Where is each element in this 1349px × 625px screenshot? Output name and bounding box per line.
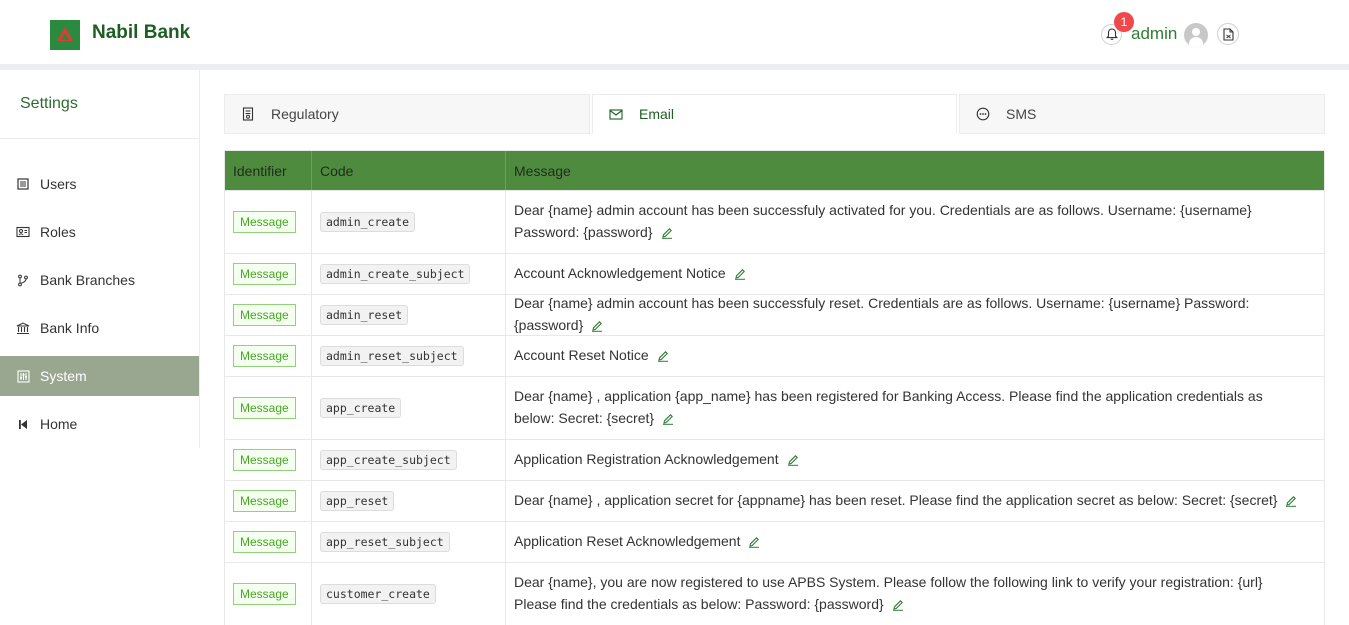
sidebar-divider [0, 138, 199, 139]
brand-name[interactable]: Nabil Bank [92, 22, 190, 44]
table-row: Message app_create_subject Application R… [225, 439, 1324, 480]
message-text: Dear {name} admin account has been succe… [514, 295, 1250, 333]
table-row: Message app_create Dear {name} , applica… [225, 376, 1324, 439]
sidebar-item-label: Home [40, 416, 78, 432]
identifier-tag: Message [233, 449, 296, 471]
sidebar-item-label: Bank Info [40, 320, 100, 336]
sidebar-item-roles[interactable]: Roles [0, 212, 199, 252]
tab-sms[interactable]: SMS [959, 94, 1325, 134]
message-text: Dear {name}, you are now registered to u… [514, 574, 1263, 612]
sidebar-item-users[interactable]: Users [0, 164, 199, 204]
message-text: Account Reset Notice [514, 347, 649, 363]
top-header: Nabil Bank 1 admin [0, 0, 1349, 64]
step-back-icon [16, 417, 30, 431]
user-name[interactable]: admin [1131, 24, 1177, 44]
table-row: Message admin_create Dear {name} admin a… [225, 190, 1324, 253]
code-value: app_create_subject [320, 450, 457, 470]
table-row: Message admin_reset_subject Account Rese… [225, 335, 1324, 376]
sidebar-item-home[interactable]: Home [0, 404, 199, 444]
sidebar-item-bank-branches[interactable]: Bank Branches [0, 260, 199, 300]
column-header-code[interactable]: Code [312, 151, 506, 190]
edit-icon[interactable] [1285, 491, 1297, 513]
table-header: Identifier Code Message [225, 151, 1324, 190]
bank-logo[interactable] [50, 20, 80, 50]
edit-icon[interactable] [661, 223, 673, 245]
export-document-button[interactable] [1217, 23, 1239, 45]
tab-label: Regulatory [271, 106, 339, 122]
identifier-tag: Message [233, 490, 296, 512]
edit-icon[interactable] [734, 264, 746, 286]
edit-icon[interactable] [787, 450, 799, 472]
file-export-icon [1222, 27, 1234, 41]
identifier-tag: Message [233, 531, 296, 553]
edit-icon[interactable] [657, 346, 669, 368]
users-list-icon [16, 177, 30, 191]
tab-label: SMS [1006, 106, 1037, 122]
identifier-tag: Message [233, 345, 296, 367]
table-row: Message app_reset_subject Application Re… [225, 521, 1324, 562]
edit-icon[interactable] [748, 532, 760, 554]
document-icon [241, 107, 255, 121]
sidebar-item-label: System [40, 368, 87, 384]
edit-icon[interactable] [662, 409, 674, 431]
bank-icon [16, 321, 30, 335]
message-text: Dear {name} admin account has been succe… [514, 202, 1252, 240]
table-row: Message admin_create_subject Account Ack… [225, 253, 1324, 294]
code-value: admin_create_subject [320, 264, 471, 284]
chat-icon [976, 107, 990, 121]
code-value: app_reset_subject [320, 532, 450, 552]
mail-icon [609, 107, 623, 121]
tab-email[interactable]: Email [592, 94, 957, 134]
table-row: Message customer_create Dear {name}, you… [225, 562, 1324, 625]
table-row: Message admin_reset Dear {name} admin ac… [225, 294, 1324, 335]
code-value: app_reset [320, 491, 395, 511]
identifier-tag: Message [233, 263, 296, 285]
message-text: Dear {name} , application secret for {ap… [514, 492, 1278, 508]
column-header-identifier[interactable]: Identifier [225, 151, 312, 190]
edit-icon[interactable] [892, 595, 904, 617]
branch-icon [16, 273, 30, 287]
identifier-tag: Message [233, 211, 296, 233]
sidebar-item-label: Users [40, 176, 77, 192]
avatar[interactable] [1184, 23, 1208, 47]
code-value: admin_create [320, 212, 416, 232]
message-text: Application Registration Acknowledgement [514, 451, 779, 467]
message-text: Application Reset Acknowledgement [514, 533, 741, 549]
tab-label: Email [639, 106, 675, 122]
messages-table: Identifier Code Message Message admin_cr… [224, 150, 1325, 625]
sidebar-item-label: Roles [40, 224, 76, 240]
table-row: Message app_reset Dear {name} , applicat… [225, 480, 1324, 521]
bell-icon [1105, 28, 1118, 41]
sidebar-item-label: Bank Branches [40, 272, 135, 288]
code-value: admin_reset_subject [320, 346, 464, 366]
message-text: Account Acknowledgement Notice [514, 265, 726, 281]
sidebar-item-bank-info[interactable]: Bank Info [0, 308, 199, 348]
tab-regulatory[interactable]: Regulatory [224, 94, 590, 134]
message-tabs: Regulatory Email SMS [224, 94, 1325, 134]
id-card-icon [16, 225, 30, 239]
code-value: app_create [320, 398, 402, 418]
sliders-icon [16, 369, 30, 383]
code-value: admin_reset [320, 305, 409, 325]
column-header-message[interactable]: Message [506, 151, 1324, 190]
sidebar-item-system[interactable]: System [0, 356, 199, 396]
identifier-tag: Message [233, 304, 296, 326]
header-divider [0, 64, 1349, 70]
code-value: customer_create [320, 584, 436, 604]
sidebar: Settings Users Roles Bank Branches Bank … [0, 70, 200, 448]
edit-icon[interactable] [591, 316, 603, 338]
identifier-tag: Message [233, 397, 296, 419]
identifier-tag: Message [233, 583, 296, 605]
message-text: Dear {name} , application {app_name} has… [514, 388, 1263, 426]
sidebar-title: Settings [20, 95, 78, 112]
